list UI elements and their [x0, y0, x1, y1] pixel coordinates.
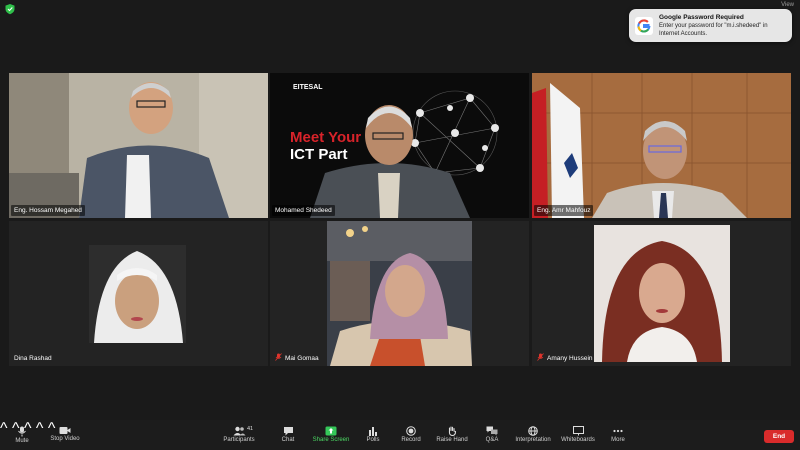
participant-name: Amany Hussein — [534, 353, 596, 364]
chat-options-caret[interactable]: ^ — [36, 420, 44, 437]
participant-video — [9, 73, 268, 218]
qa-icon — [486, 426, 498, 436]
globe-icon — [528, 426, 538, 436]
google-icon — [635, 17, 653, 35]
participant-name: Eng. Hossam Megahed — [11, 205, 85, 216]
notification-body: Enter your password for "m.i.shedeed" in… — [659, 23, 768, 37]
participant-name: Mai Gomaa — [272, 353, 322, 364]
chat-bubble-icon — [283, 427, 293, 436]
video-tile-hossam[interactable]: Eng. Hossam Megahed — [9, 73, 268, 218]
more-dots-icon — [613, 429, 623, 433]
participant-name: Eng. Amr Mahfouz — [534, 205, 594, 216]
raise-hand-button[interactable]: Raise Hand — [433, 420, 471, 450]
participant-video — [532, 73, 791, 218]
participant-name-text: Mai Gomaa — [285, 355, 319, 362]
view-menu[interactable]: View — [781, 2, 794, 8]
muted-mic-icon — [537, 353, 544, 361]
participant-video — [532, 221, 791, 366]
record-icon — [406, 426, 416, 436]
banner-brand: EITESAL — [293, 84, 323, 91]
polls-button[interactable]: Polls — [362, 420, 384, 450]
banner-headline-2: ICT Part — [290, 146, 348, 163]
video-tile-dina[interactable]: Dina Rashad — [9, 221, 268, 366]
whiteboard-icon — [572, 426, 584, 436]
mute-button[interactable]: Mute — [8, 420, 36, 450]
mute-options-caret[interactable]: ^ — [0, 420, 8, 437]
chat-button[interactable]: Chat — [276, 420, 300, 450]
participant-name-text: Amany Hussein — [547, 355, 593, 362]
stop-video-button[interactable]: Stop Video — [46, 420, 84, 450]
video-tile-amr[interactable]: Eng. Amr Mahfouz — [532, 73, 791, 218]
whiteboards-button[interactable]: Whiteboards — [558, 420, 598, 450]
share-screen-icon — [325, 426, 337, 436]
polls-chart-icon — [369, 427, 377, 436]
banner-headline-1: Meet Your — [290, 129, 362, 146]
participants-icon — [233, 426, 245, 436]
record-button[interactable]: Record — [398, 420, 424, 450]
interpretation-button[interactable]: Interpretation — [512, 420, 554, 450]
qa-button[interactable]: Q&A — [481, 420, 503, 450]
more-button[interactable]: More — [606, 420, 630, 450]
microphone-icon — [18, 426, 26, 437]
participants-count: 41 — [247, 426, 254, 432]
notification-title: Google Password Required — [659, 14, 744, 21]
end-meeting-button[interactable]: End — [764, 430, 794, 443]
participant-video — [270, 221, 529, 366]
security-shield-icon[interactable] — [4, 3, 16, 15]
video-tile-mai[interactable]: Mai Gomaa — [270, 221, 529, 366]
participant-name: Mohamed Shedeed — [272, 205, 335, 216]
video-tile-amany[interactable]: Amany Hussein — [532, 221, 791, 366]
video-camera-icon — [59, 427, 71, 434]
participants-button[interactable]: Participants — [221, 420, 257, 450]
raise-hand-icon — [448, 426, 457, 436]
muted-mic-icon — [275, 353, 282, 361]
password-notification[interactable]: Google Password Required Enter your pass… — [629, 9, 792, 42]
video-tile-mohamed[interactable]: EITESAL Meet Your ICT Part Mohamed Shede… — [270, 73, 529, 218]
meeting-toolbar: Mute ^ Stop Video ^ Participants 41 ^ Ch… — [0, 420, 800, 450]
participant-video — [9, 221, 268, 366]
share-screen-button[interactable]: Share Screen — [310, 420, 352, 450]
participant-name: Dina Rashad — [14, 355, 52, 362]
